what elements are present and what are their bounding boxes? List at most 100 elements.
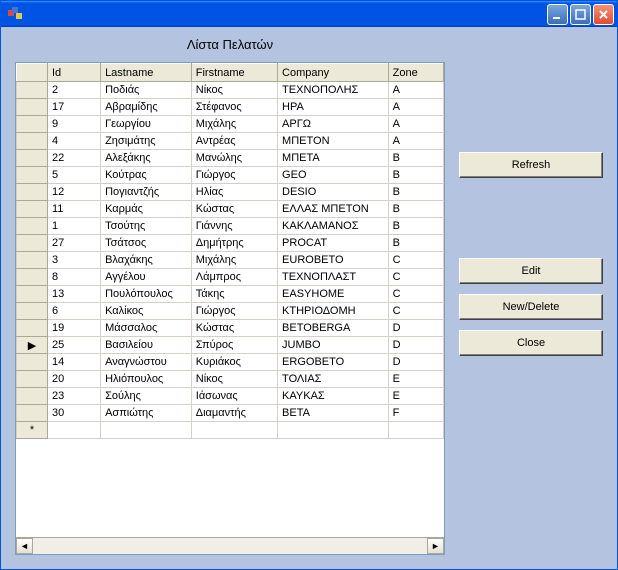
new-row[interactable]: * (17, 422, 444, 439)
cell-firstname[interactable]: Σπύρος (191, 337, 277, 354)
cell-id[interactable]: 5 (47, 167, 100, 184)
edit-button[interactable]: Edit (459, 258, 603, 284)
cell-zone[interactable]: B (388, 167, 443, 184)
row-selector-header[interactable] (17, 64, 48, 82)
cell-lastname[interactable]: Ηλιόπουλος (101, 371, 192, 388)
cell-company[interactable]: ΤΕΧΝΟΠΟΛΗΣ (278, 82, 389, 99)
table-row[interactable]: 3ΒλαχάκηςΜιχάληςEUROBETOC (17, 252, 444, 269)
cell-company[interactable]: GEO (278, 167, 389, 184)
table-row[interactable]: 23ΣούληςΙάσωναςΚΑΥΚΑΣE (17, 388, 444, 405)
cell-zone[interactable]: D (388, 354, 443, 371)
row-selector[interactable] (17, 252, 48, 269)
col-zone[interactable]: Zone (388, 64, 443, 82)
cell-zone[interactable]: B (388, 235, 443, 252)
table-row[interactable]: 12ΠογιαντζήςΗλίαςDESIOB (17, 184, 444, 201)
cell-company[interactable]: ΚΑΥΚΑΣ (278, 388, 389, 405)
scroll-left-button[interactable]: ◄ (16, 538, 33, 554)
cell-lastname[interactable]: Βλαχάκης (101, 252, 192, 269)
empty-cell[interactable] (278, 422, 389, 439)
table-row[interactable]: 11ΚαρμάςΚώσταςΕΛΛΑΣ ΜΠΕΤΟΝB (17, 201, 444, 218)
cell-firstname[interactable]: Διαμαντής (191, 405, 277, 422)
cell-company[interactable]: ΕΛΛΑΣ ΜΠΕΤΟΝ (278, 201, 389, 218)
table-row[interactable]: 20ΗλιόπουλοςΝίκοςΤΟΛΙΑΣE (17, 371, 444, 388)
row-selector[interactable] (17, 371, 48, 388)
refresh-button[interactable]: Refresh (459, 152, 603, 178)
empty-cell[interactable] (388, 422, 443, 439)
cell-id[interactable]: 23 (47, 388, 100, 405)
close-form-button[interactable]: Close (459, 330, 603, 356)
cell-zone[interactable]: D (388, 337, 443, 354)
cell-company[interactable]: ΤΕΧΝΟΠΛΑΣΤ (278, 269, 389, 286)
titlebar[interactable] (1, 1, 617, 27)
cell-company[interactable]: ΚΤΗΡΙΟΔΟΜΗ (278, 303, 389, 320)
row-selector[interactable] (17, 320, 48, 337)
cell-zone[interactable]: C (388, 269, 443, 286)
cell-lastname[interactable]: Τσούτης (101, 218, 192, 235)
cell-zone[interactable]: B (388, 184, 443, 201)
cell-firstname[interactable]: Κώστας (191, 201, 277, 218)
cell-company[interactable]: JUMBO (278, 337, 389, 354)
empty-cell[interactable] (47, 422, 100, 439)
row-selector[interactable] (17, 184, 48, 201)
cell-zone[interactable]: C (388, 303, 443, 320)
table-row[interactable]: ▶25ΒασιλείουΣπύροςJUMBOD (17, 337, 444, 354)
row-selector[interactable] (17, 354, 48, 371)
cell-lastname[interactable]: Σούλης (101, 388, 192, 405)
table-row[interactable]: 1ΤσούτηςΓιάννηςΚΑΚΛΑΜΑΝΟΣB (17, 218, 444, 235)
table-row[interactable]: 4ΖησιμάτηςΑντρέαςΜΠΕΤΟΝA (17, 133, 444, 150)
cell-lastname[interactable]: Βασιλείου (101, 337, 192, 354)
cell-id[interactable]: 4 (47, 133, 100, 150)
scroll-right-button[interactable]: ► (427, 538, 444, 554)
data-grid[interactable]: Id Lastname Firstname Company Zone 2Ποδι… (15, 62, 445, 555)
cell-firstname[interactable]: Μιχάλης (191, 252, 277, 269)
horizontal-scrollbar[interactable]: ◄ ► (16, 537, 444, 554)
cell-company[interactable]: EASYHOME (278, 286, 389, 303)
col-firstname[interactable]: Firstname (191, 64, 277, 82)
cell-zone[interactable]: E (388, 388, 443, 405)
cell-firstname[interactable]: Λάμπρος (191, 269, 277, 286)
cell-id[interactable]: 9 (47, 116, 100, 133)
cell-lastname[interactable]: Καλίκος (101, 303, 192, 320)
cell-id[interactable]: 2 (47, 82, 100, 99)
cell-id[interactable]: 27 (47, 235, 100, 252)
cell-id[interactable]: 11 (47, 201, 100, 218)
cell-zone[interactable]: A (388, 116, 443, 133)
scroll-track[interactable] (33, 538, 427, 554)
cell-company[interactable]: BETA (278, 405, 389, 422)
cell-id[interactable]: 1 (47, 218, 100, 235)
minimize-button[interactable] (547, 4, 568, 25)
cell-id[interactable]: 6 (47, 303, 100, 320)
cell-id[interactable]: 22 (47, 150, 100, 167)
table-row[interactable]: 5ΚούτραςΓιώργοςGEOB (17, 167, 444, 184)
cell-zone[interactable]: C (388, 286, 443, 303)
cell-firstname[interactable]: Αντρέας (191, 133, 277, 150)
cell-lastname[interactable]: Κούτρας (101, 167, 192, 184)
table-row[interactable]: 13ΠουλόπουλοςΤάκηςEASYHOMEC (17, 286, 444, 303)
cell-company[interactable]: ERGOBETO (278, 354, 389, 371)
cell-firstname[interactable]: Γιώργος (191, 167, 277, 184)
table-row[interactable]: 8ΑγγέλουΛάμπροςΤΕΧΝΟΠΛΑΣΤC (17, 269, 444, 286)
cell-company[interactable]: ΤΟΛΙΑΣ (278, 371, 389, 388)
table-row[interactable]: 27ΤσάτσοςΔημήτρηςPROCATB (17, 235, 444, 252)
table-row[interactable]: 17ΑβραμίδηςΣτέφανοςΗΡΑA (17, 99, 444, 116)
cell-lastname[interactable]: Τσάτσος (101, 235, 192, 252)
cell-id[interactable]: 8 (47, 269, 100, 286)
cell-company[interactable]: BETOBERGA (278, 320, 389, 337)
cell-firstname[interactable]: Ιάσωνας (191, 388, 277, 405)
row-selector[interactable] (17, 201, 48, 218)
cell-lastname[interactable]: Μάσσαλος (101, 320, 192, 337)
new-delete-button[interactable]: New/Delete (459, 294, 603, 320)
row-selector[interactable] (17, 167, 48, 184)
table-row[interactable]: 30ΑσπιώτηςΔιαμαντήςBETAF (17, 405, 444, 422)
cell-id[interactable]: 17 (47, 99, 100, 116)
cell-zone[interactable]: B (388, 201, 443, 218)
cell-lastname[interactable]: Αγγέλου (101, 269, 192, 286)
table-row[interactable]: 6ΚαλίκοςΓιώργοςΚΤΗΡΙΟΔΟΜΗC (17, 303, 444, 320)
cell-id[interactable]: 25 (47, 337, 100, 354)
cell-firstname[interactable]: Νίκος (191, 371, 277, 388)
table-row[interactable]: 14ΑναγνώστουΚυριάκοςERGOBETOD (17, 354, 444, 371)
maximize-button[interactable] (570, 4, 591, 25)
cell-lastname[interactable]: Αναγνώστου (101, 354, 192, 371)
cell-lastname[interactable]: Καρμάς (101, 201, 192, 218)
table-row[interactable]: 9ΓεωργίουΜιχάληςΑΡΓΩA (17, 116, 444, 133)
